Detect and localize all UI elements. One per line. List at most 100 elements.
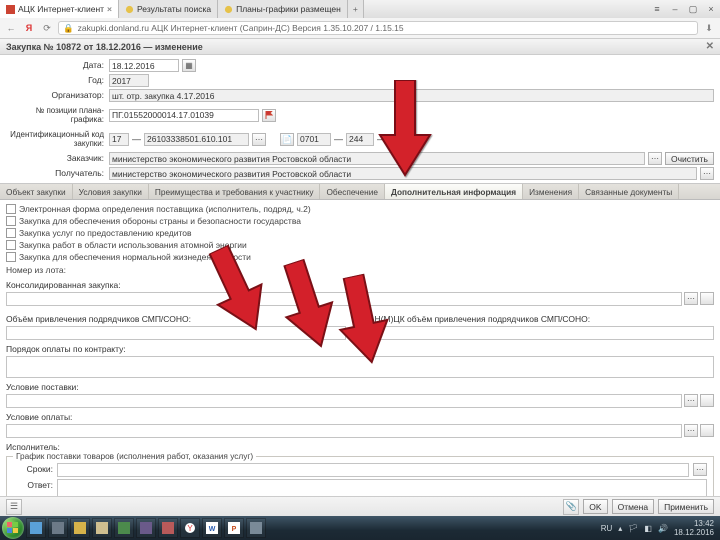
ikz-input-4[interactable]: 244 [346,133,374,146]
uslovie-opl-input[interactable] [6,424,682,438]
dash: — [377,134,386,144]
svg-text:Y: Y [187,524,193,533]
lookup-icon[interactable]: ⋯ [684,292,698,305]
checkbox[interactable] [6,228,16,238]
tray-flag-icon[interactable]: 🏳 [628,524,638,533]
checkbox[interactable] [6,252,16,262]
sroki-input[interactable] [57,463,689,477]
reload-icon[interactable]: ⟳ [40,21,54,35]
tray-clock[interactable]: 13:42 18.12.2016 [674,519,714,537]
poluchatel-input[interactable]: министерство экономического развития Рос… [109,167,697,180]
calendar-icon[interactable]: ▦ [182,59,196,72]
tray-lang[interactable]: RU [601,524,613,533]
yandex-icon[interactable]: Я [22,21,36,35]
clear-icon[interactable] [700,292,714,305]
tab-related-docs[interactable]: Связанные документы [579,184,679,199]
apply-button[interactable]: Применить [658,499,714,514]
tab-title: Результаты поиска [137,4,211,14]
volume-smp-input[interactable] [6,326,346,340]
downloads-icon[interactable]: ⬇ [702,21,716,35]
label-poryadok: Порядок оплаты по контракту: [6,344,714,354]
search-ikz-icon[interactable]: ⋯ [252,133,266,146]
windows-taskbar: Y W P RU ▴ 🏳 ◧ 🔊 13:42 18.12.2016 [0,516,720,540]
minimize-icon[interactable]: – [666,4,684,15]
task-icon[interactable] [92,518,112,538]
check-label: Закупка для обеспечения нормальной жизне… [19,252,251,262]
start-button[interactable] [2,517,24,539]
poryadok-input[interactable] [6,356,714,378]
tab-conditions[interactable]: Условия закупки [73,184,149,199]
task-icon[interactable] [114,518,134,538]
checkbox[interactable] [6,216,16,226]
label-sroki: Сроки: [13,463,53,474]
checkbox[interactable] [6,204,16,214]
task-icon[interactable]: Y [180,518,200,538]
ikz-input-3[interactable]: 0701 [297,133,331,146]
org-input[interactable]: шт. отр. закупка 4.17.2016 [109,89,714,102]
ikz-input-2[interactable]: 26103338501.610.101 [144,133,249,146]
clear-button[interactable]: Очистить [665,152,714,165]
tab-changes[interactable]: Изменения [523,184,579,199]
lookup-icon[interactable]: ⋯ [684,394,698,407]
back-icon[interactable]: ← [4,21,18,35]
consolidated-input[interactable] [6,292,682,306]
cancel-button[interactable]: Отмена [612,499,655,514]
label-zakazchik: Заказчик: [6,154,106,163]
url-input[interactable]: 🔒 zakupki.donland.ru АЦК Интернет-клиент… [58,21,698,35]
attachment-icon[interactable]: 📎 [563,499,579,515]
task-icon[interactable] [136,518,156,538]
pos-input[interactable]: ПГ.01552000014.17.01039 [109,109,259,122]
tab-requirements[interactable]: Преимущества и требования к участнику [149,184,321,199]
lookup-icon[interactable]: ⋯ [684,424,698,437]
tab-security[interactable]: Обеспечение [320,184,384,199]
task-icon[interactable]: P [224,518,244,538]
zakazchik-input[interactable]: министерство экономического развития Рос… [109,152,645,165]
svg-text:W: W [209,526,216,533]
system-tray: RU ▴ 🏳 ◧ 🔊 13:42 18.12.2016 [601,519,718,537]
browser-tab-3[interactable]: Планы-графики размещен [218,0,348,18]
task-icon[interactable] [26,518,46,538]
lookup-icon[interactable]: ⋯ [648,152,662,165]
task-icon[interactable] [246,518,266,538]
window-controls: ≡ – ▢ × [648,4,720,15]
close-window-icon[interactable]: × [702,4,720,15]
tray-up-icon[interactable]: ▴ [618,524,622,533]
volume-smp-percent-input[interactable] [354,326,714,340]
task-icon[interactable] [158,518,178,538]
tray-sound-icon[interactable]: 🔊 [658,524,668,533]
task-icon[interactable]: W [202,518,222,538]
task-icon[interactable] [48,518,68,538]
browser-tab-2[interactable]: Результаты поиска [119,0,218,18]
tab-additional-info[interactable]: Дополнительная информация [385,184,523,199]
ok-button[interactable]: OK [583,499,607,514]
copy-icon[interactable]: 📄 [280,133,294,146]
checkbox[interactable] [6,240,16,250]
label-poluchatel: Получатель: [6,169,106,178]
dash: — [132,134,141,144]
lookup-icon[interactable]: ⋯ [693,463,707,476]
date-input[interactable]: 18.12.2016 [109,59,179,72]
tab-bar: АЦК Интернет-клиент × Результаты поиска … [0,0,720,18]
close-icon[interactable]: × [107,4,112,14]
favicon-icon [224,5,233,14]
favicon-icon [125,5,134,14]
tab-object[interactable]: Объект закупки [0,184,73,199]
uslovie-post-input[interactable] [6,394,682,408]
label-uslovie-opl: Условие оплаты: [6,412,714,422]
clear-icon[interactable] [700,394,714,407]
tray-network-icon[interactable]: ◧ [644,524,652,533]
browser-tab-1[interactable]: АЦК Интернет-клиент × [0,0,119,18]
flag-icon[interactable] [262,109,276,122]
maximize-icon[interactable]: ▢ [684,4,702,15]
address-bar: ← Я ⟳ 🔒 zakupki.donland.ru АЦК Интернет-… [0,18,720,38]
close-document-icon[interactable]: ✕ [706,41,714,52]
actions-menu-icon[interactable]: ☰ [6,499,22,515]
new-tab-button[interactable]: + [348,0,364,18]
lookup-icon[interactable]: ⋯ [700,167,714,180]
task-icon[interactable] [70,518,90,538]
ikz-input-1[interactable]: 17 [109,133,129,146]
clear-icon[interactable] [700,424,714,437]
menu-icon[interactable]: ≡ [648,4,666,15]
year-input[interactable]: 2017 [109,74,149,87]
check-label: Закупка услуг по предоставлению кредитов [19,228,192,238]
